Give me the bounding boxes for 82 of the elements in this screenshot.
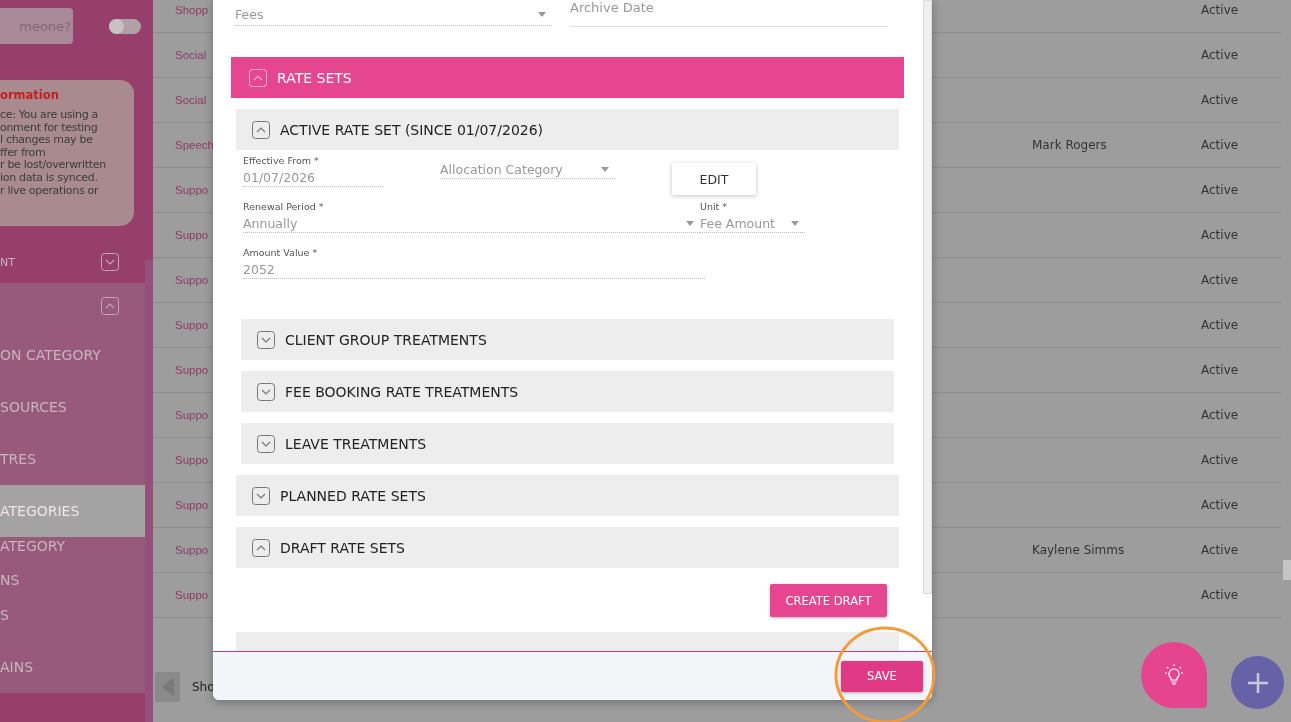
section-header[interactable]: DRAFT RATE SETS <box>236 527 899 568</box>
table-cell: Active <box>1201 273 1239 287</box>
table-cell-text: Suppo <box>175 364 210 376</box>
show-label: Sho <box>192 680 215 694</box>
field-label: Amount Value * <box>243 247 319 260</box>
table-cell-text: Suppo <box>175 589 210 601</box>
chevron-up-icon[interactable] <box>252 120 270 139</box>
caret-down-icon[interactable] <box>686 221 694 226</box>
section-header[interactable]: LEAVE TREATMENTS <box>241 423 894 464</box>
nav-item[interactable]: ON CATEGORY <box>0 329 145 381</box>
table-cell: Active <box>1201 363 1239 377</box>
field-label: Effective From * <box>243 155 320 168</box>
edit-button[interactable]: EDIT <box>672 163 756 195</box>
caret-down-icon[interactable] <box>601 167 609 172</box>
lightbulb-icon <box>1162 663 1186 687</box>
type-select[interactable]: Fees <box>235 0 552 26</box>
plus-icon <box>1245 670 1270 695</box>
table-cell-text: Suppo <box>175 319 210 331</box>
nav-item[interactable]: SOURCES <box>0 381 145 433</box>
table-cell-text: Suppo <box>175 184 210 196</box>
table-cell: Active <box>1201 3 1239 17</box>
table-cell: Active <box>1201 228 1239 242</box>
nav-item[interactable]: TRES <box>0 433 145 485</box>
select-field[interactable]: Annually <box>243 215 700 233</box>
chevron-up-icon[interactable] <box>252 538 270 557</box>
table-cell: Active <box>1201 498 1239 512</box>
chevron-down-icon[interactable] <box>257 434 275 453</box>
table-cell-text: Suppo <box>175 229 210 241</box>
archive-date-field[interactable]: Archive Date <box>570 0 888 27</box>
table-cell: Active <box>1201 318 1239 332</box>
scrollbar[interactable] <box>145 260 153 722</box>
chevron-down-icon[interactable] <box>252 486 270 505</box>
rate-sets-header[interactable]: RATE SETS <box>231 57 904 98</box>
nav-item[interactable]: S <box>0 589 145 641</box>
table-cell: Active <box>1201 48 1239 62</box>
create-draft-button[interactable]: CREATE DRAFT <box>770 584 887 617</box>
chevron-up-icon[interactable] <box>249 68 267 87</box>
table-cell: Active <box>1201 138 1239 152</box>
table-cell: Mark Rogers <box>1032 138 1107 152</box>
select-field[interactable]: Allocation Category <box>440 161 615 179</box>
input-field[interactable]: 2052 <box>243 261 705 279</box>
field-label: Unit * <box>700 201 729 214</box>
caret-down-icon[interactable] <box>791 221 799 226</box>
nav-item[interactable]: ATEGORIES <box>0 485 145 537</box>
table-cell-text: Suppo <box>175 274 210 286</box>
table-cell-text: Social <box>175 49 208 61</box>
table-cell: Active <box>1201 183 1239 197</box>
info-title: ormation <box>0 88 60 102</box>
select-field[interactable]: Fee Amount <box>700 215 805 233</box>
field-label: Renewal Period * <box>243 201 325 214</box>
section-header[interactable]: ACTIVE RATE SET (SINCE 01/07/2026) <box>236 109 899 150</box>
table-cell: Kaylene Simms <box>1032 543 1125 557</box>
table-cell-text: Shopp <box>175 4 210 16</box>
section-header[interactable]: FEE BOOKING RATE TREATMENTS <box>241 371 894 412</box>
scrollbar[interactable] <box>923 0 932 594</box>
table-cell: Active <box>1201 453 1239 467</box>
section-header[interactable]: PLANNED RATE SETS <box>236 475 899 516</box>
toggle-switch[interactable] <box>109 18 141 34</box>
chevron-down-icon[interactable] <box>257 330 275 349</box>
table-cell: Active <box>1201 93 1239 107</box>
nav-item[interactable]: ATEGORY NS <box>0 537 145 589</box>
table-cell-text: Suppo <box>175 454 210 466</box>
table-cell: Speech <box>175 139 213 151</box>
caret-down-icon[interactable] <box>538 12 546 17</box>
table-cell: Active <box>1201 408 1239 422</box>
table-cell-text: Social <box>175 94 208 106</box>
add-button[interactable] <box>1231 656 1284 709</box>
table-cell-text: Suppo <box>175 499 210 511</box>
table-cell-text: Suppo <box>175 409 210 421</box>
save-button[interactable]: SAVE <box>841 660 923 692</box>
nav-item[interactable]: AINS <box>0 641 145 693</box>
section-header[interactable]: CLIENT GROUP TREATMENTS <box>241 319 894 360</box>
chevron-down-icon[interactable] <box>257 382 275 401</box>
scrollbar[interactable] <box>1283 560 1291 580</box>
chevron-down-icon[interactable] <box>101 253 119 271</box>
table-cell-text: Suppo <box>175 544 210 556</box>
table-cell: Active <box>1201 543 1239 557</box>
chevron-up-icon[interactable] <box>101 297 119 315</box>
table-cell: Active <box>1201 588 1239 602</box>
input-field[interactable]: 01/07/2026 <box>243 169 383 187</box>
nav-section-label[interactable]: NT <box>0 255 15 269</box>
info-text: ce: You are using a onment for testing l changes may be ffer from r be lost/overwritten ion data is synced. r live operations or <box>0 109 107 198</box>
